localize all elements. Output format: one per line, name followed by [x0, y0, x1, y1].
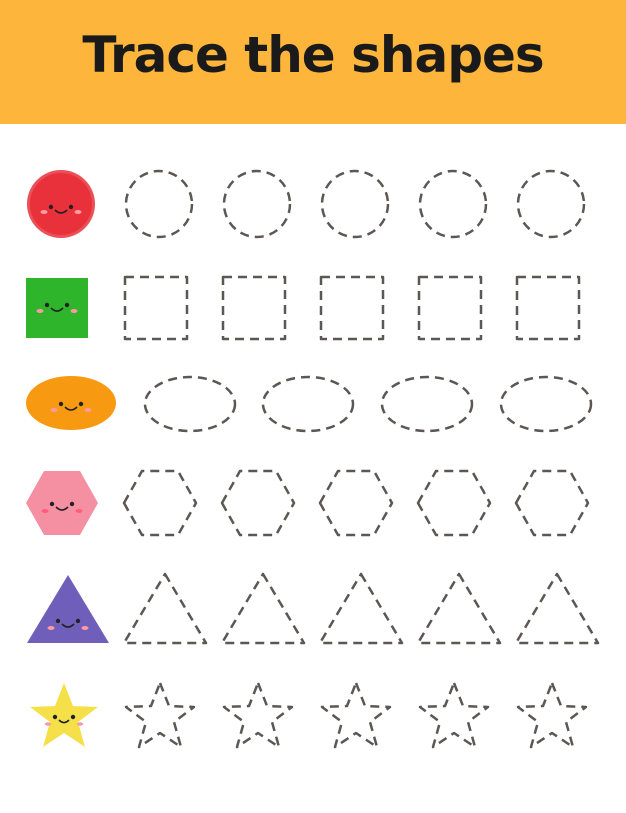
row-circle [24, 167, 586, 241]
trace-hexagon-2[interactable] [220, 469, 296, 537]
row-oval [26, 375, 593, 433]
trace-square-4[interactable] [417, 275, 483, 341]
trace-star-1[interactable] [124, 681, 196, 749]
trace-hexagon-3[interactable] [318, 469, 394, 537]
trace-circle-5[interactable] [516, 169, 586, 239]
trace-star-3[interactable] [320, 681, 392, 749]
trace-triangle-1[interactable] [122, 572, 208, 645]
trace-circle-4[interactable] [418, 169, 488, 239]
trace-circle-2[interactable] [222, 169, 292, 239]
trace-circle-1[interactable] [124, 169, 194, 239]
trace-square-3[interactable] [319, 275, 385, 341]
trace-triangle-2[interactable] [220, 572, 306, 645]
square-example-shape [26, 278, 88, 338]
trace-oval-1[interactable] [143, 375, 237, 433]
trace-square-2[interactable] [221, 275, 287, 341]
row-square [26, 275, 581, 341]
trace-star-4[interactable] [418, 681, 490, 749]
row-hexagon [26, 469, 590, 537]
trace-star-5[interactable] [516, 681, 588, 749]
circle-example-shape [24, 167, 98, 241]
trace-square-1[interactable] [123, 275, 189, 341]
trace-circle-3[interactable] [320, 169, 390, 239]
trace-hexagon-4[interactable] [416, 469, 492, 537]
hexagon-example-shape [26, 471, 98, 535]
trace-triangle-3[interactable] [318, 572, 404, 645]
trace-oval-2[interactable] [261, 375, 355, 433]
trace-square-5[interactable] [515, 275, 581, 341]
trace-triangle-5[interactable] [514, 572, 600, 645]
trace-hexagon-5[interactable] [514, 469, 590, 537]
oval-example-shape [26, 376, 116, 430]
worksheet [24, 167, 600, 749]
trace-triangle-4[interactable] [416, 572, 502, 645]
trace-oval-4[interactable] [499, 375, 593, 433]
star-example-shape [30, 683, 98, 747]
triangle-example-shape [27, 575, 109, 643]
row-triangle [27, 572, 600, 645]
trace-hexagon-1[interactable] [122, 469, 198, 537]
row-star [30, 681, 588, 749]
trace-star-2[interactable] [222, 681, 294, 749]
trace-oval-3[interactable] [380, 375, 474, 433]
